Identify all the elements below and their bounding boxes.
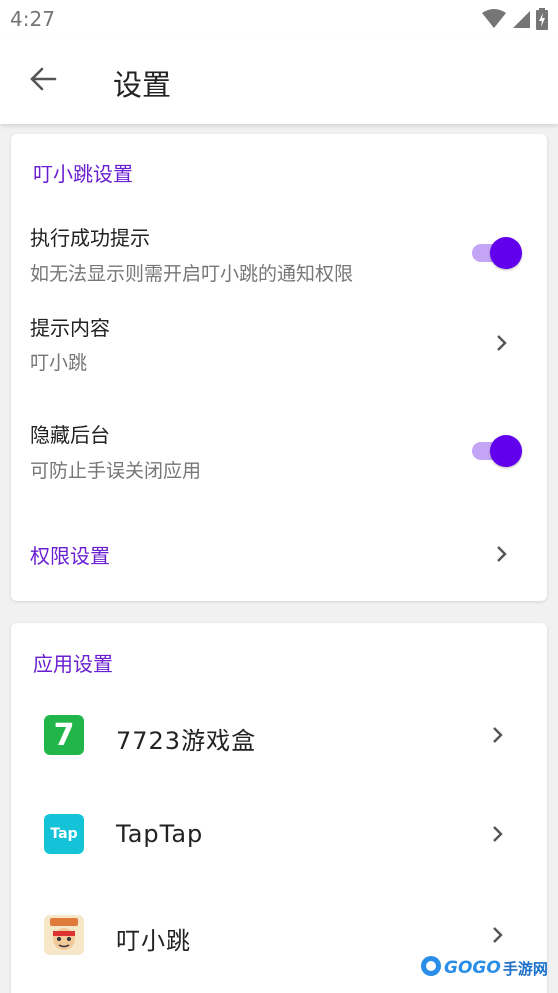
row-title: 隐藏后台 [30,423,110,447]
row-subtitle: 如无法显示则需开启叮小跳的通知权限 [30,263,354,285]
toggle-thumb [490,435,522,467]
taptap-app-icon: Tap [44,814,84,854]
row-title: 提示内容 [30,316,110,340]
hide-background-toggle[interactable] [472,435,522,467]
tip-content-row[interactable]: 提示内容 叮小跳 [11,304,547,384]
status-time: 4:27 [10,7,55,31]
toggle-thumb [490,237,522,269]
chevron-right-icon [487,725,507,745]
app-row-taptap[interactable]: Tap TapTap [11,785,547,885]
7723-app-icon: 7 [44,715,84,755]
row-subtitle: 叮小跳 [30,352,88,374]
permission-settings-row[interactable]: 权限设置 [11,522,547,582]
success-tip-row[interactable]: 执行成功提示 如无法显示则需开启叮小跳的通知权限 [11,214,547,294]
signal-icon [512,9,530,33]
page-title: 设置 [113,68,172,102]
chevron-right-icon [491,544,511,564]
wifi-icon [482,9,506,33]
row-subtitle: 可防止手误关闭应用 [30,460,202,482]
app-settings-card: 应用设置 7 7723游戏盒 Tap TapTap 叮小跳 [11,623,547,993]
battery-icon [536,8,548,34]
watermark-brand: GOGO [444,958,501,978]
watermark-suffix: 手游网 [502,959,548,978]
app-name: 7723游戏盒 [116,727,257,755]
hide-background-row[interactable]: 隐藏后台 可防止手误关闭应用 [11,411,547,491]
watermark: GOGO 手游网 [420,955,548,981]
watermark-logo-icon [420,955,442,981]
row-title: 执行成功提示 [30,226,150,250]
chevron-right-icon [491,333,511,353]
chevron-right-icon [487,925,507,945]
arrow-left-icon [29,65,57,97]
row-title: 权限设置 [30,544,110,568]
app-row-7723[interactable]: 7 7723游戏盒 [11,685,547,785]
success-tip-toggle[interactable] [472,237,522,269]
dingxiaotiao-settings-card: 叮小跳设置 执行成功提示 如无法显示则需开启叮小跳的通知权限 提示内容 叮小跳 … [11,134,547,601]
section-title: 应用设置 [33,652,113,676]
app-name: TapTap [116,820,204,848]
section-title: 叮小跳设置 [33,162,133,186]
app-name: 叮小跳 [116,927,191,955]
status-bar: 4:27 [0,0,558,38]
back-button[interactable] [24,62,62,100]
status-icons [482,8,548,34]
dingxiaotiao-app-icon [44,915,84,955]
chevron-right-icon [487,824,507,844]
app-bar: 设置 [0,38,558,124]
